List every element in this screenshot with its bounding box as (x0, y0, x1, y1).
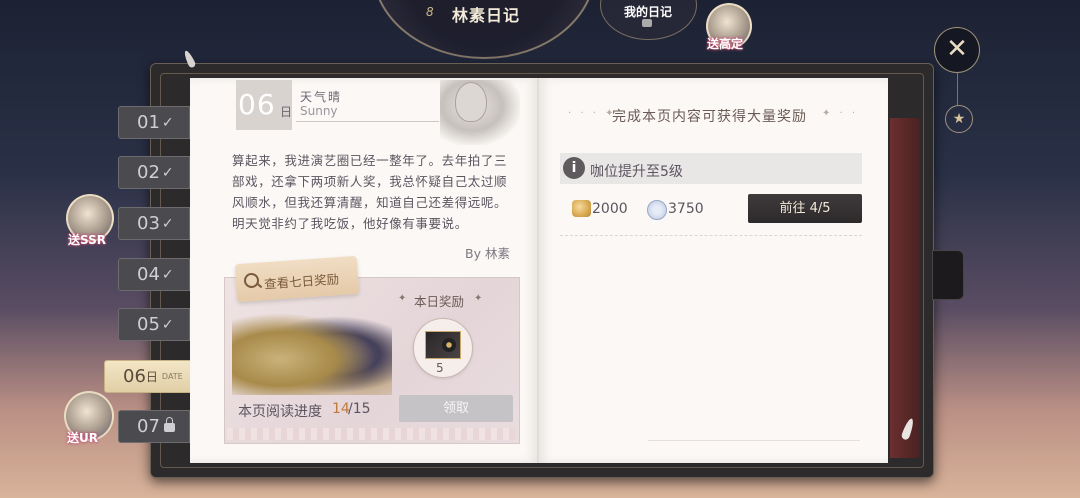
date-divider (296, 121, 439, 122)
tab-day-label: 02 (137, 162, 160, 183)
today-reward-label: 本日奖励 (414, 294, 465, 309)
tab-day-label: 03 (137, 213, 160, 234)
header-decoration: · · · ✦ (568, 108, 617, 119)
check-icon: ✓ (161, 114, 174, 131)
my-diary-lock-icon (642, 19, 652, 27)
my-diary-label[interactable]: 我的日记 (624, 3, 672, 20)
tab-day-04[interactable]: 04 ✓ (118, 258, 190, 291)
day-number: 06 (238, 88, 276, 121)
emblem-number: 8 (426, 5, 434, 19)
tab-day-suffix: 日 (145, 370, 158, 384)
check-icon: ✓ (161, 215, 174, 232)
reading-progress-label: 本页阅读进度 (238, 404, 322, 420)
tab-day-label: 01 (137, 112, 160, 133)
page-title: 林素日记 (452, 6, 521, 25)
task-text: 咖位提升至5级 (590, 164, 683, 180)
tab-day-03[interactable]: 03 ✓ (118, 207, 190, 240)
close-button[interactable]: ✕ (934, 27, 980, 73)
tab-day-label: 06 (123, 366, 146, 387)
gift-ur-label[interactable]: 送UR (67, 429, 98, 446)
tab-day-01[interactable]: 01 ✓ (118, 106, 190, 139)
tab-day-05[interactable]: 05 ✓ (118, 308, 190, 341)
star-ornament-icon: ★ (945, 105, 973, 133)
gift-haute-couture-label[interactable]: 送高定 (707, 35, 743, 52)
gift-pile-image (232, 305, 392, 395)
card-bottom-border (227, 428, 515, 440)
weather-cn: 天气晴 (300, 90, 343, 104)
gold-reward-value: 2000 (592, 201, 628, 217)
book-strap (932, 250, 964, 300)
signature-line (648, 440, 860, 441)
sparkle-icon: ✦ (398, 293, 407, 304)
reading-progress-total: /15 (348, 401, 371, 417)
tab-day-sub: DATE (161, 372, 183, 381)
claim-button[interactable]: 领取 (399, 395, 513, 422)
tab-day-label: 07 (137, 416, 160, 437)
ornament-line (957, 73, 958, 105)
check-icon: ✓ (161, 316, 174, 333)
diamond-icon (647, 200, 667, 220)
day-suffix: 日 (280, 105, 293, 119)
right-page (538, 78, 888, 463)
tab-day-label: 04 (137, 264, 160, 285)
gold-coin-icon (572, 200, 591, 217)
diary-byline: By 林素 (465, 246, 510, 261)
goto-button[interactable]: 前往 4/5 (748, 194, 862, 223)
task-divider (560, 235, 862, 236)
header-decoration: ✦ · · (822, 108, 859, 119)
tab-day-07[interactable]: 07 (118, 410, 190, 443)
tab-day-label: 05 (137, 314, 160, 335)
tab-day-02[interactable]: 02 ✓ (118, 156, 190, 189)
check-icon: ✓ (161, 266, 174, 283)
check-icon: ✓ (161, 164, 174, 181)
gift-ssr-label[interactable]: 送SSR (68, 231, 106, 248)
reward-item-count: 5 (436, 361, 444, 375)
page-spine (537, 78, 539, 463)
record-album-icon (425, 331, 461, 359)
tab-day-06[interactable]: 06 日 DATE (104, 360, 192, 393)
weather-en: Sunny (300, 104, 338, 118)
portrait-head (455, 82, 487, 122)
reward-header: 完成本页内容可获得大量奖励 (612, 109, 807, 125)
diamond-reward-value: 3750 (668, 201, 704, 217)
info-icon: i (563, 157, 585, 179)
diary-body-text: 算起来，我进演艺圈已经一整年了。去年拍了三部戏，还拿下两项新人奖，我总怀疑自己太… (232, 153, 508, 231)
sparkle-icon: ✦ (474, 293, 483, 304)
lock-icon (163, 417, 175, 432)
